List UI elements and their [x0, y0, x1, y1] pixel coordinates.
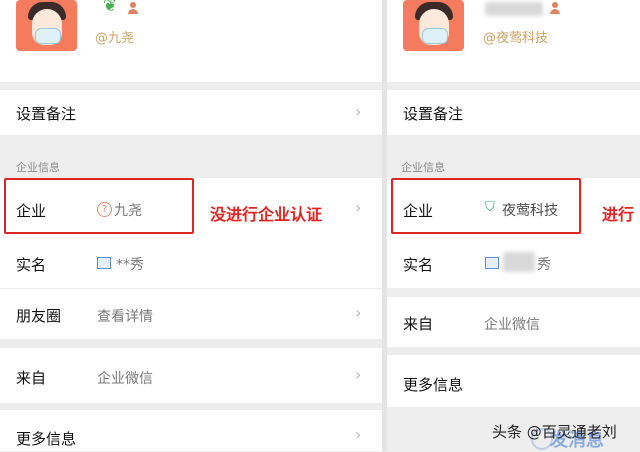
moments-value: 查看详情 [97, 309, 153, 325]
from-label: 来自 [16, 369, 47, 387]
enterprise-handle: @九尧 [95, 31, 135, 46]
more-info-row[interactable]: 更多信息 [387, 355, 640, 407]
chevron-right-icon: › [355, 198, 362, 217]
realname-label: 实名 [403, 256, 434, 274]
chevron-right-icon: › [355, 425, 362, 444]
annotation-verified: 进行 [602, 205, 635, 224]
highlight-box [391, 178, 581, 234]
chevron-right-icon: › [355, 365, 362, 384]
remark-row[interactable]: 设置备注 [387, 90, 640, 135]
more-info-row[interactable]: 更多信息 › [0, 410, 382, 451]
realname-row: 实名 秀 [387, 238, 640, 288]
blurred-name [485, 2, 543, 16]
sprout-icon: ❦ [103, 0, 118, 16]
avatar[interactable] [16, 0, 77, 51]
realname-value: 秀 [537, 257, 551, 273]
from-label: 来自 [403, 315, 434, 333]
from-value: 企业微信 [97, 371, 153, 387]
left-profile-panel: ❦ @九尧 设置备注 › 企业信息 企业 ? 九尧 没进行企业认证 › 实名 *… [0, 0, 382, 451]
id-card-icon [485, 257, 499, 269]
person-icon [550, 2, 560, 14]
remark-row[interactable]: 设置备注 › [0, 90, 382, 135]
avatar-mask [35, 28, 61, 44]
more-info-label: 更多信息 [403, 376, 464, 394]
blurred-realname [503, 252, 535, 272]
avatar[interactable] [403, 0, 464, 51]
profile-header: @夜莺科技 [387, 0, 640, 82]
remark-label: 设置备注 [16, 105, 77, 123]
enterprise-handle: @夜莺科技 [483, 31, 549, 46]
moments-row[interactable]: 朋友圈 查看详情 › [0, 289, 382, 339]
profile-header: ❦ @九尧 [0, 0, 382, 82]
source-watermark: 头条 @百灵通老刘 [492, 423, 617, 441]
section-title: 企业信息 [401, 161, 445, 174]
moments-label: 朋友圈 [16, 307, 62, 325]
realname-label: 实名 [16, 256, 47, 274]
section-title: 企业信息 [16, 161, 60, 174]
realname-value: **秀 [116, 257, 144, 273]
id-card-icon [97, 257, 111, 269]
avatar-mask [422, 28, 448, 44]
from-row[interactable]: 来自 企业微信 [387, 297, 640, 347]
remark-label: 设置备注 [403, 105, 464, 123]
right-profile-panel: @夜莺科技 设置备注 企业信息 企业 ⛉ 夜莺科技 进行 实名 秀 来自 企业微… [387, 0, 640, 451]
person-icon [128, 2, 138, 14]
chevron-right-icon: › [355, 102, 362, 121]
from-row[interactable]: 来自 企业微信 › [0, 348, 382, 403]
from-value: 企业微信 [484, 317, 540, 333]
chevron-right-icon: › [355, 303, 362, 322]
realname-row: 实名 **秀 [0, 238, 382, 288]
more-info-label: 更多信息 [16, 430, 77, 448]
highlight-box [4, 178, 194, 234]
annotation-not-verified: 没进行企业认证 [210, 205, 323, 224]
